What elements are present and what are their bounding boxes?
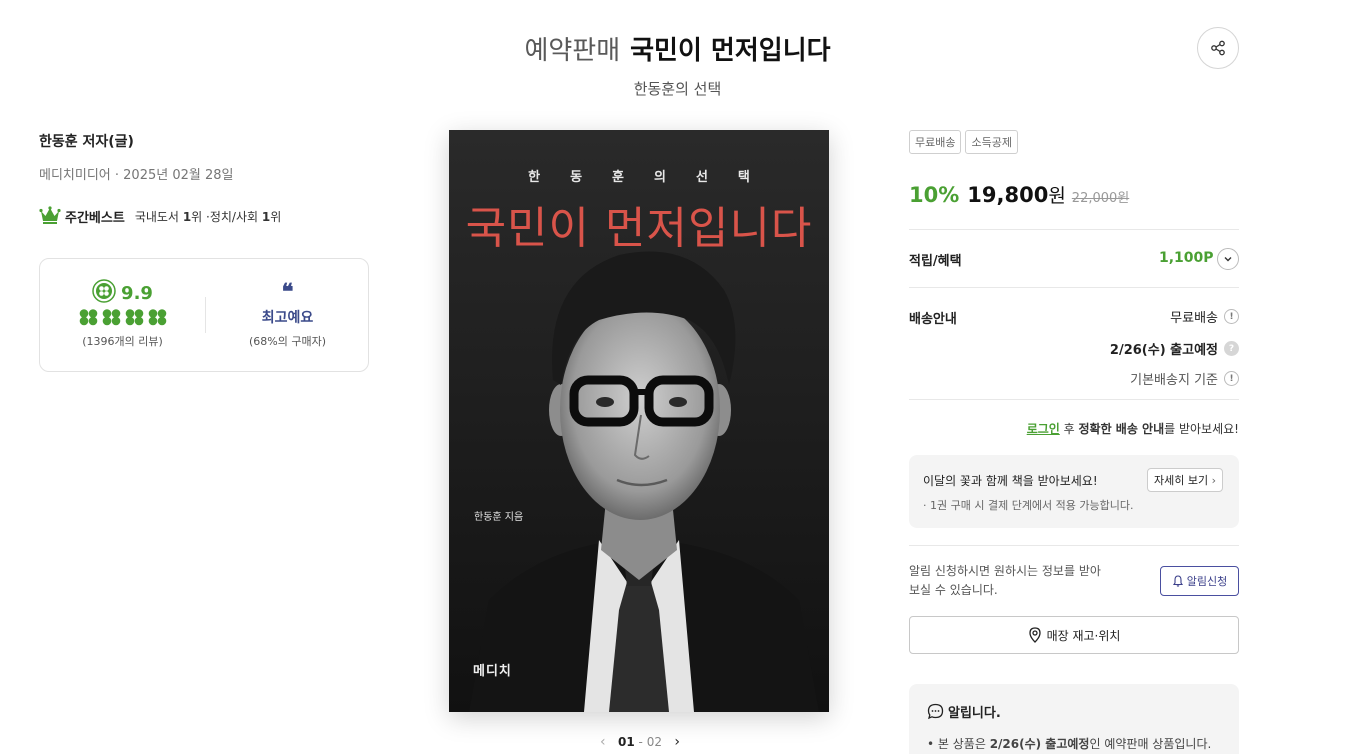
publisher-date: 메디치미디어 · 2025년 02월 28일 [39, 168, 234, 183]
info-icon[interactable]: ! [1224, 309, 1239, 324]
rank-category-1: 국내도서 [134, 210, 179, 224]
crown-icon [39, 206, 61, 227]
review-emotion-section[interactable]: ❝ 최고예요 (68%의 구매자) [206, 259, 369, 371]
cover-title: 국민이 먼저입니다 [465, 203, 813, 254]
chevron-right-icon: › [1211, 473, 1217, 487]
store-stock-button[interactable]: 매장 재고·위치 [909, 616, 1239, 654]
divider [909, 287, 1239, 288]
share-button[interactable] [1197, 27, 1239, 69]
benefit-label: 적립/혜택 [909, 254, 962, 269]
sale-price: 19,800 [967, 183, 1049, 207]
cover-pager: ‹ 01 - 02 › [600, 734, 680, 750]
info-icon[interactable]: ! [1224, 371, 1239, 386]
ship-base: 기본배송지 기준 [1130, 373, 1218, 388]
clover-icon [102, 309, 120, 326]
flower-promo-box: 이달의 꽃과 함께 책을 받아보세요! 자세히 보기 › · 1권 구매 시 결… [909, 455, 1239, 528]
original-price: 22,000원 [1071, 191, 1130, 206]
cover-subtitle: 한동훈의선택 [528, 170, 780, 185]
review-count: (1396개의 리뷰) [82, 335, 163, 348]
login-notice: 로그인 후 정확한 배송 안내를 받아보세요! [1026, 422, 1239, 436]
review-score: 9.9 [121, 282, 153, 304]
rank-category-2: 정치/사회 [209, 210, 259, 224]
speech-bubble-icon [927, 703, 944, 720]
promo-note: · 1권 구매 시 결제 단계에서 적용 가능합니다. [923, 499, 1134, 512]
notice-box: 알립니다. • 본 상품은 2/26(수) 출고예정인 예약판매 상품입니다. [909, 684, 1239, 754]
pager-current: 01 [618, 735, 635, 749]
ship-base-row: 기본배송지 기준 ! [909, 369, 1239, 388]
chevron-down-icon [1224, 257, 1232, 262]
publisher-logo: 메디치 [473, 664, 512, 679]
bell-icon [1172, 575, 1183, 587]
help-icon[interactable]: ? [1224, 341, 1239, 356]
ship-date: 2/26(수) 출고예정 [1109, 343, 1218, 358]
reward-points: 1,100P [1159, 250, 1214, 266]
weekly-best[interactable]: 주간베스트 국내도서 1위 · 정치/사회 1위 [39, 206, 281, 227]
currency: 원 [1048, 185, 1066, 207]
ship-date-row: 2/26(수) 출고예정 ? [909, 339, 1239, 358]
rank-1: 1 [182, 209, 192, 224]
location-pin-icon [1028, 627, 1041, 643]
promo-more-button[interactable]: 자세히 보기 › [1147, 468, 1224, 492]
review-score-section[interactable]: 9.9 (1396개의 리뷰) [40, 259, 205, 371]
benefit-expand-button[interactable] [1217, 248, 1239, 270]
login-link[interactable]: 로그인 [1027, 422, 1060, 436]
klover-badge-icon [92, 279, 116, 307]
book-cover-image[interactable]: 한동훈의선택 국민이 먼저입니다 한동훈 지음 메디치 [449, 130, 829, 712]
divider [909, 229, 1239, 230]
clover-rating [40, 309, 205, 326]
shipping-free-row: 무료배송 ! [909, 307, 1239, 326]
divider [909, 399, 1239, 400]
price-row: 10% 19,800 원 22,000원 [909, 181, 1129, 208]
chevron-left-icon[interactable]: ‹ [600, 734, 606, 750]
divider [909, 545, 1239, 546]
page-title: 예약판매 국민이 먼저입니다 [0, 30, 1355, 67]
share-icon [1211, 40, 1225, 56]
cover-author: 한동훈 지음 [474, 512, 524, 523]
weekly-best-label: 주간베스트 [65, 211, 125, 226]
promo-title: 이달의 꽃과 함께 책을 받아보세요! [923, 474, 1098, 488]
author-link[interactable]: 한동훈 저자(글) [39, 131, 134, 151]
pager-total: 02 [646, 735, 662, 749]
book-title: 국민이 먼저입니다 [630, 36, 831, 66]
alarm-description: 알림 신청하시면 원하시는 정보를 받아 보실 수 있습니다. [909, 564, 1101, 597]
rating-box: 9.9 (1396개의 리뷰) ❝ 최고예요 (68%의 구매자) [39, 258, 369, 372]
clover-icon [148, 309, 166, 326]
top-emotion-label: 최고예요 [261, 310, 314, 326]
alarm-button[interactable]: 알림신청 [1160, 566, 1239, 596]
product-tags: 무료배송 소득공제 [909, 130, 1018, 154]
book-subtitle: 한동훈의 선택 [633, 80, 722, 98]
discount-rate: 10% [909, 183, 960, 207]
notice-title: 알립니다. [948, 706, 1001, 721]
notice-title-row: 알립니다. [927, 702, 1001, 721]
presale-label: 예약판매 [524, 36, 621, 66]
notice-line: • 본 상품은 2/26(수) 출고예정인 예약판매 상품입니다. [927, 737, 1212, 751]
product-tag: 소득공제 [965, 130, 1018, 154]
product-tag: 무료배송 [909, 130, 962, 154]
rank-2: 1 [261, 209, 271, 224]
buyer-percentage: (68%의 구매자) [248, 335, 327, 348]
shipping-free: 무료배송 [1170, 311, 1218, 326]
clover-icon [125, 309, 143, 326]
clover-icon [79, 309, 97, 326]
quote-icon: ❝ [281, 279, 294, 305]
chevron-right-icon[interactable]: › [674, 734, 680, 750]
